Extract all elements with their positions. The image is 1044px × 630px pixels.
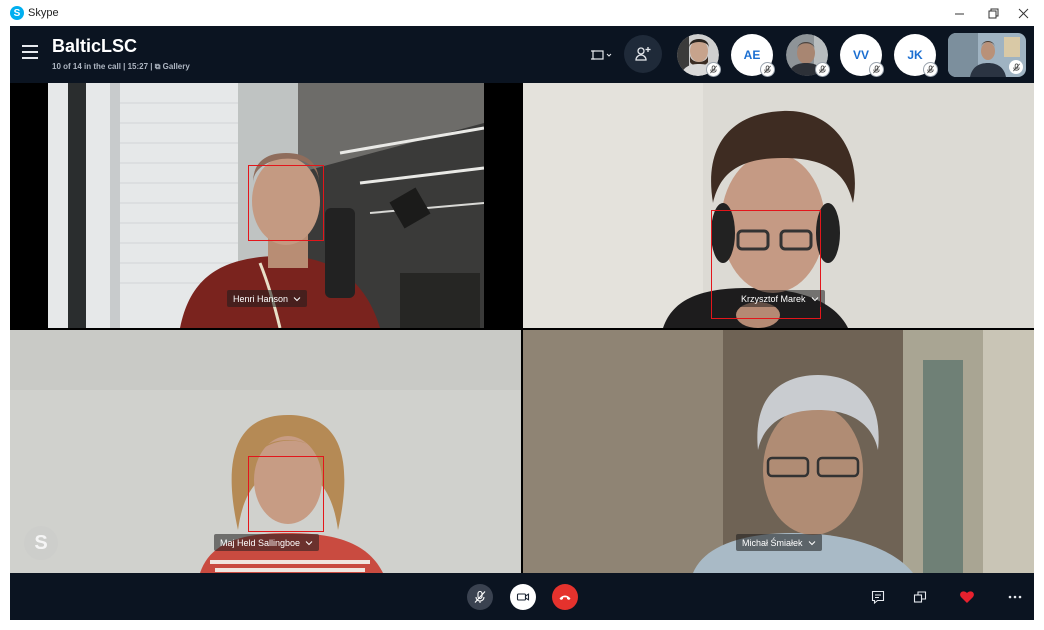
participant-name: Michał Śmiałek — [742, 537, 803, 548]
participant-name: Maj Held Sallingboe — [220, 537, 301, 548]
microphone-muted-icon — [710, 65, 717, 74]
chevron-down-icon — [293, 296, 301, 301]
microphone-muted-icon — [819, 65, 826, 74]
microphone-muted-icon — [873, 65, 880, 74]
call-header: BalticLSC 10 of 14 in the call | 15:27 |… — [10, 26, 1034, 83]
muted-badge — [815, 62, 830, 77]
heart-icon — [960, 591, 974, 603]
participant-avatar-5[interactable]: JK — [894, 34, 938, 77]
microphone-muted-icon — [474, 590, 486, 603]
muted-badge — [923, 62, 938, 77]
microphone-muted-icon — [1012, 62, 1020, 71]
video-toggle-button[interactable] — [510, 584, 536, 610]
video-tile-2[interactable]: Krzysztof Marek — [523, 83, 1034, 328]
participant-avatar-1[interactable] — [677, 34, 721, 77]
skype-logo-icon: S — [10, 6, 24, 20]
restore-button[interactable] — [976, 2, 1010, 24]
skype-window: S Skype BalticLSC 10 of 14 in the call |… — [0, 0, 1044, 630]
more-options-icon — [1008, 595, 1022, 599]
video-tile-4[interactable]: Michał Śmiałek — [523, 330, 1034, 573]
layout-icon — [591, 50, 612, 60]
chevron-down-icon — [811, 296, 818, 301]
participant-name-tag[interactable]: Michał Śmiałek — [736, 534, 822, 551]
chat-button[interactable] — [867, 586, 889, 608]
muted-badge — [1009, 60, 1023, 74]
video-tile-1[interactable]: Henri Hanson — [10, 83, 521, 328]
end-call-button[interactable] — [552, 584, 578, 610]
close-button[interactable] — [1006, 2, 1040, 24]
microphone-muted-icon — [764, 65, 771, 74]
face-detection-box — [248, 456, 324, 532]
participant-avatar-4[interactable]: VV — [840, 34, 884, 77]
popout-icon — [913, 591, 927, 603]
participant-name: Henri Hanson — [233, 293, 289, 304]
window-title: Skype — [28, 7, 59, 19]
chevron-down-icon — [305, 540, 313, 545]
hamburger-icon — [22, 45, 38, 47]
microphone-muted-icon — [927, 65, 934, 74]
layout-button[interactable] — [589, 44, 615, 66]
face-detection-box — [248, 165, 324, 241]
hang-up-icon — [559, 595, 571, 600]
menu-button[interactable] — [22, 45, 38, 59]
participant-avatar-2[interactable]: AE — [731, 34, 775, 77]
participant-name-tag[interactable]: Krzysztof Marek — [735, 290, 825, 307]
chevron-down-icon — [808, 540, 815, 545]
popout-button[interactable] — [909, 586, 931, 608]
muted-badge — [706, 62, 721, 77]
call-status: 10 of 14 in the call | 15:27 | ⧉ Gallery — [52, 62, 190, 71]
call-controls-bar — [10, 573, 1034, 620]
restore-icon — [988, 8, 998, 18]
video-tile-3[interactable]: S Maj Held Sallingboe — [10, 330, 521, 573]
participant-name: Krzysztof Marek — [741, 293, 806, 304]
call-title: BalticLSC — [52, 36, 138, 56]
chat-icon — [871, 590, 885, 605]
close-icon — [1018, 8, 1028, 18]
muted-badge — [869, 62, 884, 77]
minimize-button[interactable] — [942, 2, 976, 24]
reaction-button[interactable] — [956, 586, 978, 608]
add-participant-button[interactable] — [624, 35, 662, 73]
skype-watermark-icon: S — [24, 526, 58, 560]
more-options-button[interactable] — [1004, 586, 1026, 608]
mute-button[interactable] — [467, 584, 493, 610]
participant-name-tag[interactable]: Maj Held Sallingboe — [214, 534, 320, 551]
self-view-preview[interactable] — [948, 33, 1026, 77]
video-camera-icon — [516, 593, 530, 601]
add-person-icon — [635, 47, 651, 61]
video-gallery: Henri Hanson Krzysztof Marek S Maj Held … — [10, 83, 1034, 573]
participant-name-tag[interactable]: Henri Hanson — [227, 290, 308, 307]
participant-avatar-3[interactable] — [786, 34, 830, 77]
minimize-icon — [954, 13, 964, 14]
muted-badge — [760, 62, 775, 77]
window-title-bar: S Skype — [0, 0, 1044, 26]
